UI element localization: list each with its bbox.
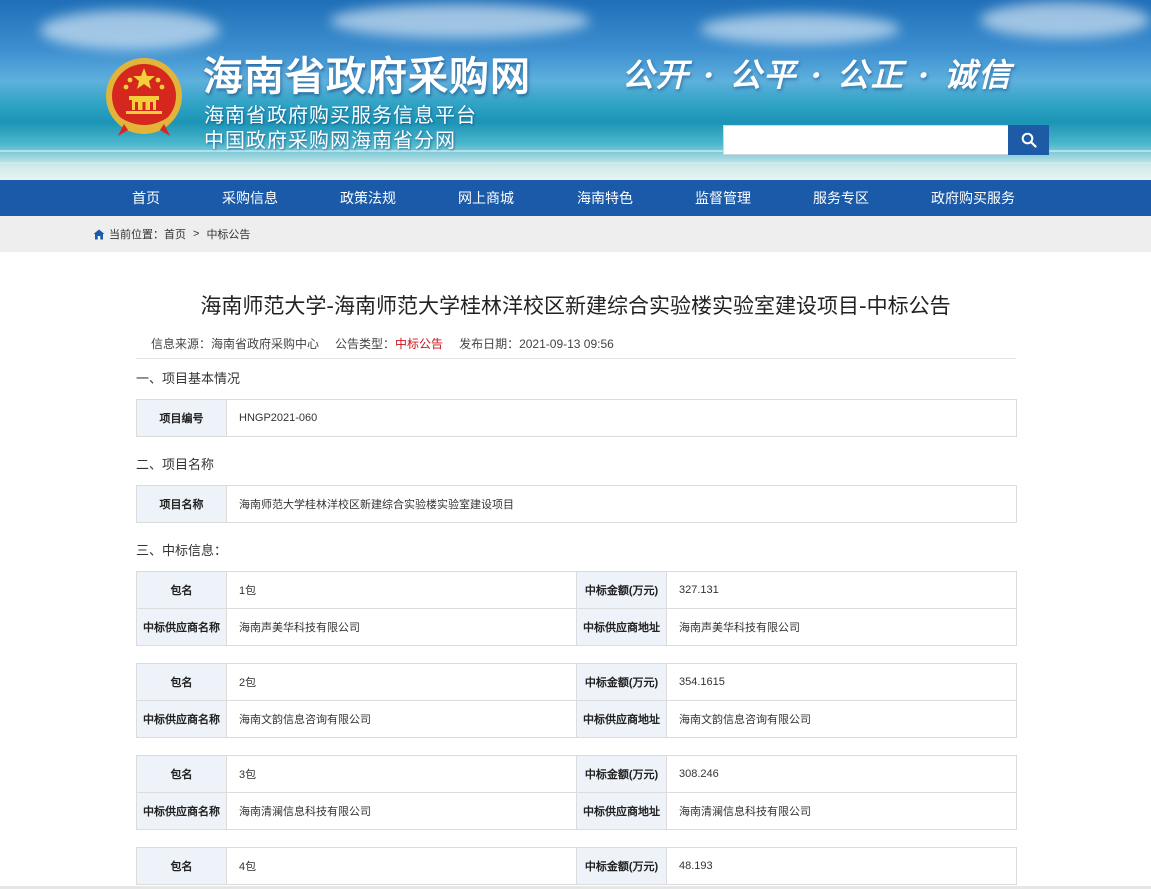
nav-item-supervision[interactable]: 监督管理 xyxy=(695,180,751,216)
amount-value: 354.1615 xyxy=(666,663,1017,701)
package-value: 4包 xyxy=(226,847,577,885)
amount-value: 327.131 xyxy=(666,571,1017,609)
home-icon xyxy=(93,229,105,239)
amount-value: 308.246 xyxy=(666,755,1017,793)
amount-label: 中标金额(万元) xyxy=(576,755,667,793)
package-label: 包名 xyxy=(136,663,227,701)
project-name-table: 项目名称 海南师范大学桂林洋校区新建综合实验楼实验室建设项目 xyxy=(136,485,1017,523)
package-value: 1包 xyxy=(226,571,577,609)
banner-cloud xyxy=(40,10,220,50)
search-input[interactable] xyxy=(723,125,1009,155)
amount-label: 中标金额(万元) xyxy=(576,847,667,885)
amount-label: 中标金额(万元) xyxy=(576,571,667,609)
date-value: 2021-09-13 09:56 xyxy=(519,337,614,351)
site-subtitle: 中国政府采购网海南省分网 xyxy=(204,128,456,152)
banner-cloud xyxy=(330,4,590,38)
supplier-address-value: 海南清澜信息科技有限公司 xyxy=(666,792,1017,830)
package-label: 包名 xyxy=(136,571,227,609)
search-icon xyxy=(1021,132,1037,148)
national-emblem-icon xyxy=(106,58,182,136)
supplier-name-value: 海南清澜信息科技有限公司 xyxy=(226,792,577,830)
breadcrumb: 当前位置： 首页 > 中标公告 xyxy=(93,216,250,252)
section-heading: 三、中标信息： xyxy=(136,543,228,558)
table-row: 包名 3包 中标金额(万元) 308.246 xyxy=(136,755,1017,793)
breadcrumb-home-link[interactable]: 首页 xyxy=(164,226,186,242)
supplier-address-label: 中标供应商地址 xyxy=(576,700,667,738)
table-row: 项目名称 海南师范大学桂林洋校区新建综合实验楼实验室建设项目 xyxy=(136,485,1017,523)
type-value: 中标公告 xyxy=(395,337,444,351)
divider xyxy=(136,358,1016,359)
site-slogan: 公开 · 公平 · 公正 · 诚信 xyxy=(622,56,1013,94)
table-row: 中标供应商名称 海南清澜信息科技有限公司 中标供应商地址 海南清澜信息科技有限公… xyxy=(136,792,1017,830)
breadcrumb-current-link[interactable]: 中标公告 xyxy=(206,226,250,242)
nav-item-gov-purchase-service[interactable]: 政府购买服务 xyxy=(931,180,1015,216)
breadcrumb-separator: > xyxy=(193,228,200,240)
award-package-table: 包名 3包 中标金额(万元) 308.246 中标供应商名称 海南清澜信息科技有… xyxy=(136,755,1017,830)
table-row: 包名 4包 中标金额(万元) 48.193 xyxy=(136,847,1017,885)
nav-item-service-zone[interactable]: 服务专区 xyxy=(813,180,869,216)
banner-wave xyxy=(0,162,1151,164)
award-package-table: 包名 4包 中标金额(万元) 48.193 xyxy=(136,847,1017,885)
supplier-name-value: 海南文韵信息咨询有限公司 xyxy=(226,700,577,738)
main-nav: 首页 采购信息 政策法规 网上商城 海南特色 监督管理 服务专区 政府购买服务 xyxy=(0,180,1151,216)
section-heading: 一、项目基本情况 xyxy=(136,371,241,386)
table-row: 中标供应商名称 海南声美华科技有限公司 中标供应商地址 海南声美华科技有限公司 xyxy=(136,608,1017,646)
supplier-address-value: 海南声美华科技有限公司 xyxy=(666,608,1017,646)
project-number-value: HNGP2021-060 xyxy=(226,399,1017,437)
breadcrumb-prefix: 当前位置： xyxy=(109,229,164,241)
breadcrumb-bar: 当前位置： 首页 > 中标公告 xyxy=(0,216,1151,252)
supplier-address-label: 中标供应商地址 xyxy=(576,792,667,830)
supplier-name-label: 中标供应商名称 xyxy=(136,700,227,738)
source-label: 信息来源： xyxy=(151,337,212,351)
supplier-address-label: 中标供应商地址 xyxy=(576,608,667,646)
package-label: 包名 xyxy=(136,847,227,885)
project-name-label: 项目名称 xyxy=(136,485,227,523)
project-name-value: 海南师范大学桂林洋校区新建综合实验楼实验室建设项目 xyxy=(226,485,1017,523)
award-package-table: 包名 1包 中标金额(万元) 327.131 中标供应商名称 海南声美华科技有限… xyxy=(136,571,1017,646)
award-package-table: 包名 2包 中标金额(万元) 354.1615 中标供应商名称 海南文韵信息咨询… xyxy=(136,663,1017,738)
table-row: 项目编号 HNGP2021-060 xyxy=(136,399,1017,437)
search-button[interactable] xyxy=(1008,125,1049,155)
nav-item-procurement-info[interactable]: 采购信息 xyxy=(222,180,278,216)
package-value: 2包 xyxy=(226,663,577,701)
supplier-address-value: 海南文韵信息咨询有限公司 xyxy=(666,700,1017,738)
site-title[interactable]: 海南省政府采购网 xyxy=(203,44,531,102)
project-number-table: 项目编号 HNGP2021-060 xyxy=(136,399,1017,437)
section-heading: 二、项目名称 xyxy=(136,457,215,472)
page-title: 海南师范大学-海南师范大学桂林洋校区新建综合实验楼实验室建设项目-中标公告 xyxy=(200,294,951,318)
source-value: 海南省政府采购中心 xyxy=(211,337,320,351)
table-row: 包名 1包 中标金额(万元) 327.131 xyxy=(136,571,1017,609)
table-row: 中标供应商名称 海南文韵信息咨询有限公司 中标供应商地址 海南文韵信息咨询有限公… xyxy=(136,700,1017,738)
supplier-name-label: 中标供应商名称 xyxy=(136,608,227,646)
article-meta: 信息来源：海南省政府采购中心 公告类型：中标公告 发布日期：2021-09-13 0… xyxy=(151,335,614,352)
package-label: 包名 xyxy=(136,755,227,793)
banner-cloud xyxy=(980,2,1150,38)
header-banner: 海南省政府采购网 海南省政府购买服务信息平台 中国政府采购网海南省分网 公开 ·… xyxy=(0,0,1151,180)
supplier-name-value: 海南声美华科技有限公司 xyxy=(226,608,577,646)
amount-label: 中标金额(万元) xyxy=(576,663,667,701)
nav-item-policies[interactable]: 政策法规 xyxy=(340,180,396,216)
nav-item-home[interactable]: 首页 xyxy=(132,180,160,216)
type-label: 公告类型： xyxy=(335,337,396,351)
nav-item-online-mall[interactable]: 网上商城 xyxy=(458,180,514,216)
table-row: 包名 2包 中标金额(万元) 354.1615 xyxy=(136,663,1017,701)
nav-item-hainan-features[interactable]: 海南特色 xyxy=(577,180,633,216)
amount-value: 48.193 xyxy=(666,847,1017,885)
supplier-name-label: 中标供应商名称 xyxy=(136,792,227,830)
date-label: 发布日期： xyxy=(459,337,520,351)
project-number-label: 项目编号 xyxy=(136,399,227,437)
banner-cloud xyxy=(700,14,900,44)
package-value: 3包 xyxy=(226,755,577,793)
